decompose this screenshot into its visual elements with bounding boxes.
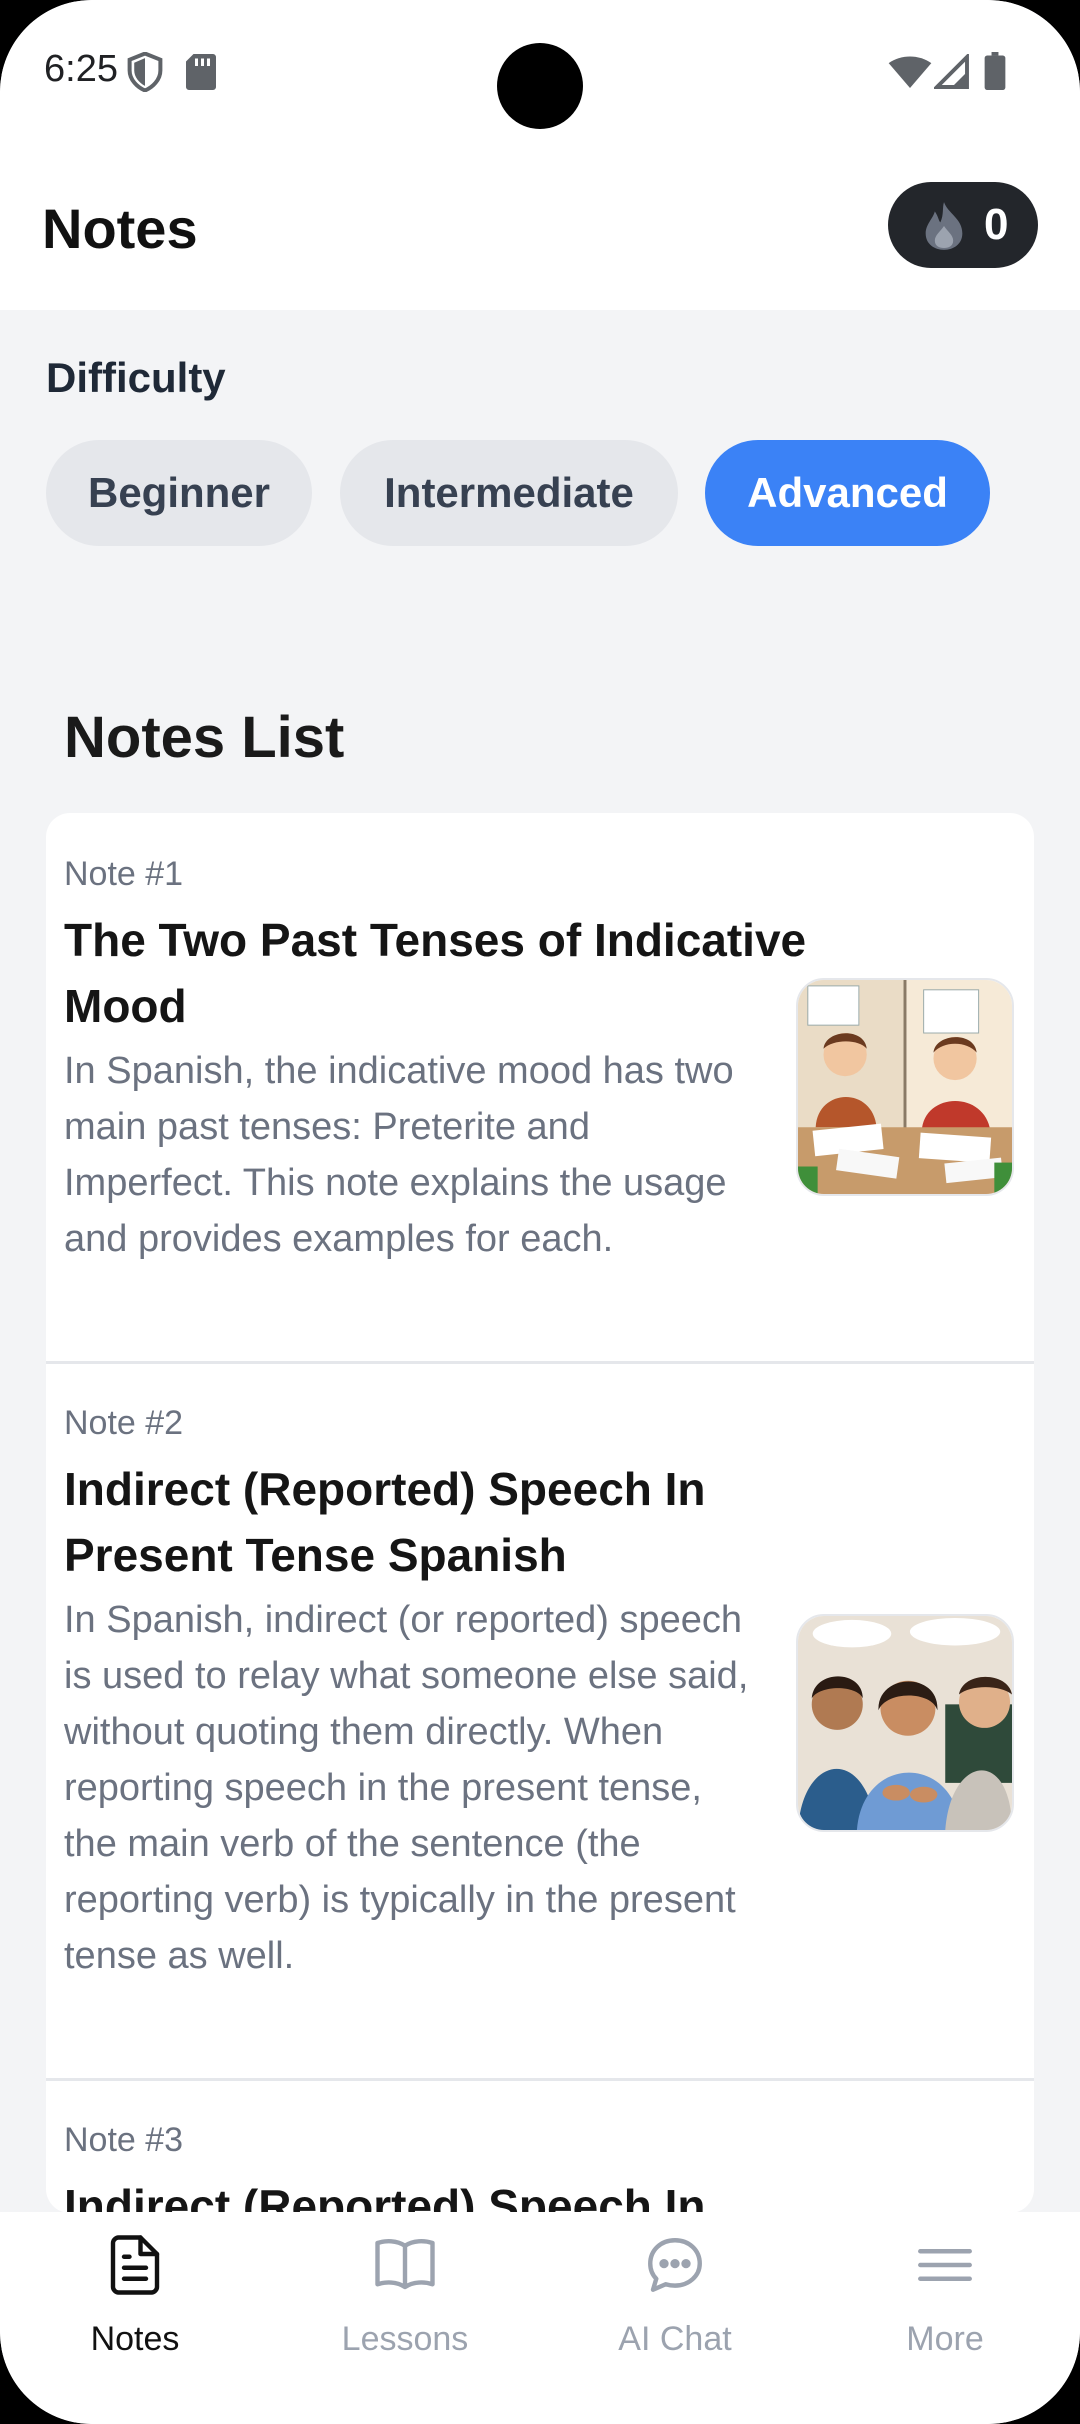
note-body: In Spanish, indirect (or reported) speec… bbox=[64, 1599, 749, 1977]
note-number: Note #2 bbox=[64, 1404, 184, 1442]
difficulty-option-advanced[interactable]: Advanced bbox=[705, 440, 990, 546]
note-title: The Two Past Tenses of Indicative Mood bbox=[64, 914, 807, 1032]
book-icon bbox=[375, 2239, 435, 2290]
menu-icon bbox=[918, 2249, 972, 2281]
streak-count: 0 bbox=[984, 200, 1009, 249]
app-screen: 6:25 Notes 0 Difficulty Beginner Interme… bbox=[0, 0, 1080, 2424]
camera-cutout bbox=[497, 43, 583, 129]
signal-icon bbox=[934, 54, 969, 89]
note-title: Indirect (Reported) Speech In Present Te… bbox=[64, 1463, 706, 1581]
people-talking-illustration bbox=[798, 1616, 1012, 1830]
page-title: Notes bbox=[42, 197, 198, 260]
note-title: Indirect (Reported) Speech In bbox=[64, 2180, 706, 2213]
notes-list: Note #1 The Two Past Tenses of Indicativ… bbox=[46, 813, 1034, 2213]
note-item[interactable]: Note #2 Indirect (Reported) Speech In Pr… bbox=[46, 1364, 1034, 2078]
app-header: Notes 0 bbox=[0, 140, 1080, 310]
difficulty-option-beginner[interactable]: Beginner bbox=[46, 440, 312, 546]
note-item[interactable]: Note #3 Indirect (Reported) Speech In bbox=[46, 2081, 1034, 2213]
nav-label: Notes bbox=[90, 2320, 180, 2358]
nav-label: AI Chat bbox=[618, 2320, 732, 2358]
nav-label: Lessons bbox=[341, 2320, 469, 2358]
note-number: Note #3 bbox=[64, 2121, 184, 2159]
nav-item-notes[interactable]: Notes bbox=[0, 2212, 270, 2424]
wifi-icon bbox=[888, 56, 932, 88]
note-body: In Spanish, the indicative mood has two … bbox=[64, 1050, 734, 1260]
nav-item-ai-chat[interactable]: AI Chat bbox=[540, 2212, 810, 2424]
notes-list-title: Notes List bbox=[64, 705, 345, 770]
flame-icon bbox=[925, 202, 963, 250]
nav-item-more[interactable]: More bbox=[810, 2212, 1080, 2424]
note-thumbnail bbox=[796, 1614, 1014, 1832]
difficulty-option-intermediate[interactable]: Intermediate bbox=[340, 440, 678, 546]
note-number: Note #1 bbox=[64, 855, 184, 893]
document-icon bbox=[110, 2235, 160, 2295]
status-bar: 6:25 bbox=[0, 0, 1080, 140]
note-thumbnail bbox=[796, 978, 1014, 1196]
chat-icon bbox=[648, 2238, 702, 2292]
shield-icon bbox=[127, 52, 163, 92]
nav-item-lessons[interactable]: Lessons bbox=[270, 2212, 540, 2424]
bottom-navigation: Notes Lessons AI Chat More bbox=[0, 2212, 1080, 2424]
nav-label: More bbox=[906, 2320, 984, 2358]
students-studying-illustration bbox=[798, 980, 1012, 1194]
difficulty-label: Difficulty bbox=[46, 354, 226, 401]
sd-card-icon bbox=[186, 54, 216, 90]
status-time: 6:25 bbox=[44, 48, 118, 90]
note-item[interactable]: Note #1 The Two Past Tenses of Indicativ… bbox=[46, 813, 1034, 1361]
battery-icon bbox=[984, 52, 1006, 90]
streak-badge[interactable]: 0 bbox=[888, 182, 1038, 268]
